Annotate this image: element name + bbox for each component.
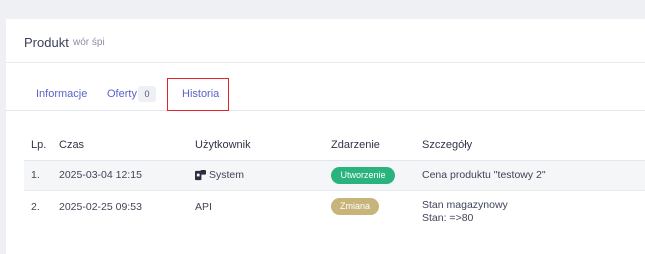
column-header-lp: Lp.	[31, 139, 47, 151]
table-row: 1. 2025-03-04 12:15 System Utworzenie Ce…	[24, 161, 645, 191]
row-time: 2025-02-25 09:53	[59, 201, 142, 213]
row-user-name: System	[209, 169, 245, 181]
card-header: Produkt wór śpi	[6, 19, 645, 63]
page-title: Produkt	[24, 35, 69, 50]
product-name: wór śpi	[73, 37, 105, 48]
column-header-event: Zdarzenie	[331, 139, 380, 151]
history-table: Lp. Czas Użytkownik Zdarzenie Szczegóły …	[24, 131, 645, 235]
row-details-line: Stan magazynowy	[422, 199, 508, 211]
table-header: Lp. Czas Użytkownik Zdarzenie Szczegóły	[24, 131, 645, 161]
tab-bar: Informacje Oferty 0 Historia	[6, 78, 645, 111]
row-details: Cena produktu "testowy 2"	[422, 169, 546, 181]
system-logo-icon	[195, 169, 206, 180]
tab-historia[interactable]: Historia	[167, 78, 229, 111]
tab-oferty[interactable]: Oferty	[107, 88, 137, 100]
event-badge-changed: Zmiana	[331, 198, 379, 215]
event-badge-created: Utworzenie	[331, 167, 395, 184]
row-user: API	[195, 201, 212, 213]
row-details-line: Stan: =>80	[422, 212, 474, 224]
column-header-details: Szczegóły	[422, 139, 473, 151]
row-lp: 2.	[31, 201, 40, 213]
product-card: Produkt wór śpi Informacje Oferty 0 Hist…	[6, 19, 645, 254]
tab-informacje[interactable]: Informacje	[36, 88, 87, 100]
row-user: System	[195, 169, 244, 181]
row-time: 2025-03-04 12:15	[59, 169, 142, 181]
row-details: Stan magazynowy Stan: =>80	[422, 199, 508, 225]
row-lp: 1.	[31, 169, 40, 181]
table-row: 2. 2025-02-25 09:53 API Zmiana Stan maga…	[24, 191, 645, 235]
column-header-user: Użytkownik	[195, 139, 251, 151]
tab-historia-label: Historia	[182, 88, 220, 100]
offers-count-badge: 0	[138, 86, 156, 102]
column-header-time: Czas	[59, 139, 85, 151]
